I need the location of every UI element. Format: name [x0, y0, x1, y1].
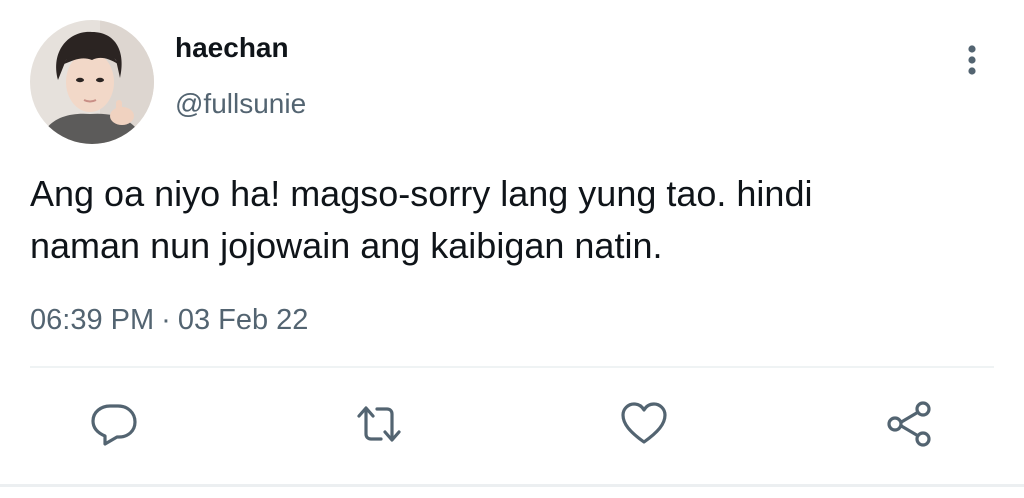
avatar[interactable]: [30, 20, 154, 144]
tweet-text-line: Ang oa niyo ha! magso-sorry lang yung ta…: [30, 173, 813, 214]
avatar-photo: [30, 20, 154, 144]
vertical-ellipsis-icon: [968, 45, 976, 75]
reply-button[interactable]: [90, 400, 138, 448]
tweet-text: Ang oa niyo ha! magso-sorry lang yung ta…: [30, 168, 990, 272]
display-name[interactable]: haechan: [175, 30, 289, 66]
retweet-arrows-icon: [357, 406, 401, 442]
tweet-date: 03 Feb 22: [177, 304, 309, 336]
user-handle[interactable]: @fullsunie: [175, 86, 306, 122]
more-options-button[interactable]: [954, 40, 990, 80]
reply-bubble-icon: [91, 404, 137, 446]
timestamp-separator: ·: [161, 304, 171, 336]
tweet-text-line: naman nun jojowain ang kaibigan natin.: [30, 225, 663, 266]
bottom-divider: [0, 484, 1024, 487]
retweet-button[interactable]: [355, 400, 403, 448]
share-nodes-icon: [887, 401, 931, 447]
tweet-time: 06:39 PM: [30, 304, 155, 336]
heart-icon: [621, 402, 667, 444]
divider: [30, 366, 994, 368]
tweet-card: haechan @fullsunie Ang oa niyo ha! magso…: [0, 0, 1024, 498]
timestamp[interactable]: 06:39 PM · 03 Feb 22: [30, 300, 308, 340]
share-button[interactable]: [885, 400, 933, 448]
like-button[interactable]: [620, 400, 668, 448]
